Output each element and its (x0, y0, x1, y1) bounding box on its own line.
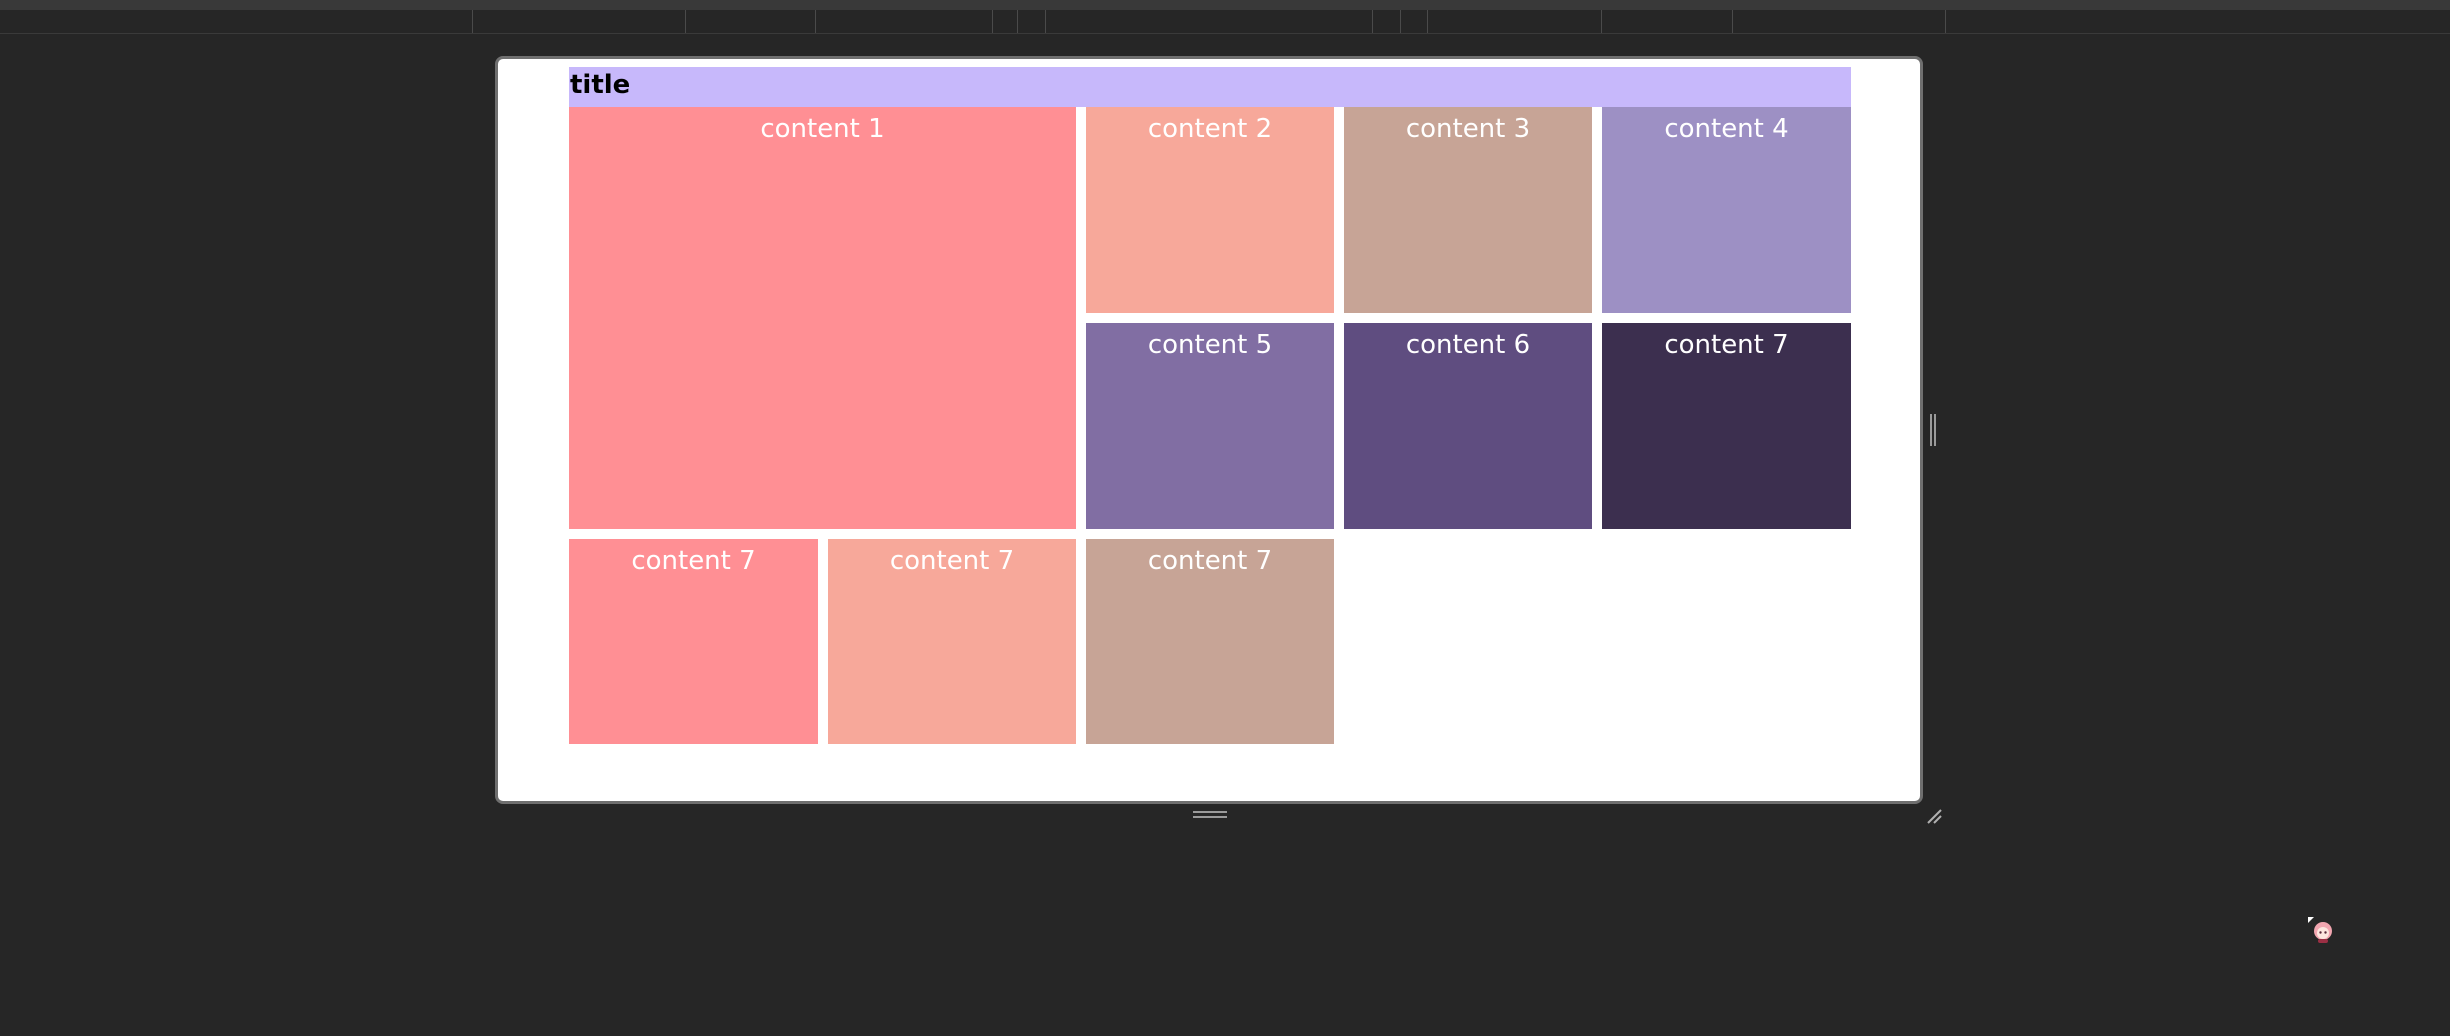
grid-title: title (569, 67, 1851, 107)
top-toolbar (0, 0, 2450, 34)
grid-cell-content-7-a[interactable]: content 7 (569, 539, 818, 744)
toolbar-divider (992, 10, 993, 33)
grid-cell-content-4[interactable]: content 4 (1602, 107, 1851, 313)
toolbar-divider (1945, 10, 1946, 33)
grid-cell-content-6[interactable]: content 6 (1344, 323, 1592, 529)
toolbar-divider (1045, 10, 1046, 33)
toolbar-divider (815, 10, 816, 33)
toolbar-divider (1372, 10, 1373, 33)
toolbar-divider (1427, 10, 1428, 33)
toolbar-divider (1732, 10, 1733, 33)
horizontal-resize-handle-icon[interactable] (1193, 811, 1227, 819)
toolbar-bottom-border (0, 33, 2450, 34)
toolbar-divider (472, 10, 473, 33)
grid-cell-content-7[interactable]: content 7 (1602, 323, 1851, 529)
grid-cell-content-7-b[interactable]: content 7 (828, 539, 1076, 744)
grid-cell-content-5[interactable]: content 5 (1086, 323, 1334, 529)
toolbar-strip (0, 0, 2450, 10)
toolbar-divider (1400, 10, 1401, 33)
resize-corner-icon[interactable] (1926, 808, 1942, 824)
grid-cell-content-3[interactable]: content 3 (1344, 107, 1592, 313)
toolbar-divider (1017, 10, 1018, 33)
mascot-icon[interactable] (2306, 915, 2336, 945)
grid-cell-content-2[interactable]: content 2 (1086, 107, 1334, 313)
vertical-resize-handle-icon[interactable] (1930, 414, 1936, 446)
toolbar-divider (1601, 10, 1602, 33)
grid-cell-content-7-c[interactable]: content 7 (1086, 539, 1334, 744)
toolbar-divider (685, 10, 686, 33)
grid-cell-content-1[interactable]: content 1 (569, 107, 1076, 529)
